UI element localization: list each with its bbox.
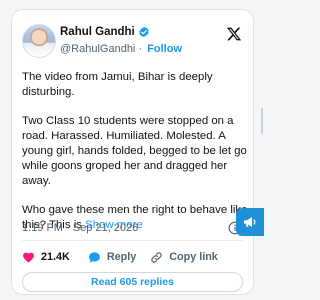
author-handle[interactable]: @RahulGandhi (60, 43, 135, 55)
tweet-card: Rahul Gandhi @RahulGandhi · Follow The v… (11, 9, 254, 295)
avatar[interactable] (22, 24, 56, 58)
floating-action-button[interactable] (236, 208, 264, 236)
scrollbar[interactable] (261, 108, 263, 134)
handle-row: @RahulGandhi · Follow (60, 43, 182, 55)
tweet-date: Sep 21, 2026 (72, 222, 139, 234)
heart-icon (23, 252, 34, 263)
author-name-row: Rahul Gandhi (60, 26, 150, 38)
x-logo-icon[interactable] (226, 26, 242, 42)
link-icon (151, 251, 162, 263)
reply-label: Reply (106, 251, 137, 263)
author-name[interactable]: Rahul Gandhi (60, 26, 135, 38)
timestamp-separator: · (66, 222, 70, 234)
like-count: 21.4K (41, 251, 70, 263)
handle-separator: · (138, 43, 143, 55)
tweet-timestamp[interactable]: 1:19 PM · Sep 21, 2026 (22, 222, 138, 234)
tweet-body: The video from Jamui, Bihar is deeply di… (22, 70, 248, 233)
copy-link-label: Copy link (169, 251, 218, 263)
like-button[interactable]: 21.4K (22, 251, 70, 264)
megaphone-icon (244, 217, 256, 227)
verified-badge-icon (139, 26, 149, 38)
tweet-paragraph-1: The video from Jamui, Bihar is deeply di… (22, 71, 213, 98)
reply-button[interactable]: Reply (88, 251, 136, 264)
reply-bubble-icon (88, 251, 100, 263)
follow-button[interactable]: Follow (147, 43, 182, 55)
copy-link-button[interactable]: Copy link (150, 251, 218, 264)
divider (22, 240, 243, 241)
tweet-paragraph-2: Two Class 10 students were stopped on a … (22, 115, 247, 187)
action-bar: 21.4K Reply Copy link (22, 249, 218, 265)
read-replies-button[interactable]: Read 605 replies (22, 272, 243, 292)
tweet-time: 1:19 PM (22, 222, 63, 234)
